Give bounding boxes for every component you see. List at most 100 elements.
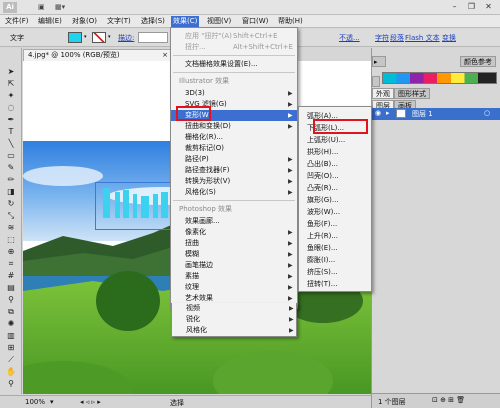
- width-tool-icon[interactable]: ≋: [4, 222, 18, 233]
- artboard-navigation-icon[interactable]: ◂ ◃ ▹ ▸: [80, 398, 101, 406]
- stroke-dropdown-icon[interactable]: ▾: [108, 34, 111, 40]
- effect-texture[interactable]: 纹理 ▶: [171, 282, 297, 293]
- minimize-button[interactable]: –: [448, 1, 461, 13]
- menu-effect[interactable]: 效果(C): [171, 16, 200, 27]
- menu-edit[interactable]: 编辑(E): [36, 16, 64, 27]
- warp-fisheye[interactable]: 鱼眼(E)...: [299, 242, 372, 254]
- effect-stylize-photoshop[interactable]: 风格化 ▶: [172, 325, 298, 336]
- zoom-level[interactable]: 100%: [25, 398, 45, 406]
- layer-row[interactable]: ◉ ▸ 图层 1 ○: [372, 108, 500, 120]
- warp-fish[interactable]: 鱼形(F)...: [299, 218, 372, 230]
- document-close-icon[interactable]: ×: [162, 50, 168, 61]
- warp-bulge[interactable]: 凸出(B)...: [299, 158, 372, 170]
- rectangle-tool-icon[interactable]: ▭: [4, 150, 18, 161]
- effect-brush-strokes[interactable]: 画笔描边 ▶: [171, 260, 297, 271]
- warp-shell-lower[interactable]: 凹壳(O)...: [299, 170, 372, 182]
- effect-crop-marks[interactable]: 裁剪标记(O): [171, 143, 297, 154]
- layer-actions-icon[interactable]: ⊡ ⊕ ⊞ 🗑: [432, 396, 465, 404]
- eraser-tool-icon[interactable]: ◨: [4, 186, 18, 197]
- stroke-weight-field[interactable]: [138, 32, 168, 43]
- effect-sketch[interactable]: 素描 ▶: [171, 271, 297, 282]
- zoom-dropdown-icon[interactable]: ▾: [50, 398, 54, 406]
- zoom-tool-icon[interactable]: ⚲: [4, 378, 18, 389]
- document-tab[interactable]: 4.jpg* @ 100% (RGB/预览) ×: [23, 49, 173, 61]
- warp-twist[interactable]: 扭转(T)...: [299, 278, 372, 290]
- effect-3d[interactable]: 3D(3) ▶: [171, 88, 297, 99]
- warp-flag[interactable]: 旗形(G)...: [299, 194, 372, 206]
- warp-arch[interactable]: 拱形(H)...: [299, 146, 372, 158]
- eye-icon[interactable]: ◉: [375, 109, 381, 117]
- effect-convert-to-shape[interactable]: 转换为形状(V) ▶: [171, 176, 297, 187]
- shape-builder-tool-icon[interactable]: ⊕: [4, 246, 18, 257]
- warp-shell-upper[interactable]: 凸壳(R)...: [299, 182, 372, 194]
- character-link[interactable]: 字符: [375, 33, 389, 43]
- bridge-icon[interactable]: ▣: [38, 3, 45, 11]
- warp-rise[interactable]: 上升(R)...: [299, 230, 372, 242]
- effect-stylize-illustrator[interactable]: 风格化(S) ▶: [171, 187, 297, 198]
- tab-color-guide[interactable]: 颜色参考: [460, 56, 496, 67]
- warp-arc-upper[interactable]: 上弧形(U)...: [299, 134, 372, 146]
- mesh-tool-icon[interactable]: #: [4, 270, 18, 281]
- scale-tool-icon[interactable]: ⤡: [4, 210, 18, 221]
- column-graph-tool-icon[interactable]: ▥: [4, 330, 18, 341]
- symbol-sprayer-tool-icon[interactable]: ✺: [4, 318, 18, 329]
- close-button[interactable]: ✕: [482, 1, 495, 13]
- effect-apply-twist[interactable]: 应用 "扭拧"(A) Shift+Ctrl+E: [171, 31, 297, 42]
- effect-pathfinder[interactable]: 路径查找器(F) ▶: [171, 165, 297, 176]
- effect-gallery[interactable]: 效果画廊...: [171, 216, 297, 227]
- warp-squeeze[interactable]: 挤压(S)...: [299, 266, 372, 278]
- slice-tool-icon[interactable]: ⟋: [4, 354, 18, 365]
- lasso-tool-icon[interactable]: ◌: [4, 102, 18, 113]
- warp-inflate[interactable]: 膨胀(I)...: [299, 254, 372, 266]
- effect-raster-settings[interactable]: 文档栅格效果设置(E)...: [171, 59, 297, 70]
- selection-tool-icon[interactable]: ➤: [4, 66, 18, 77]
- artboard-tool-icon[interactable]: ⊞: [4, 342, 18, 353]
- menu-select[interactable]: 选择(S): [139, 16, 167, 27]
- direct-selection-tool-icon[interactable]: ⇱: [4, 78, 18, 89]
- pencil-tool-icon[interactable]: ✏: [4, 174, 18, 185]
- menu-file[interactable]: 文件(F): [3, 16, 31, 27]
- effect-blur[interactable]: 模糊 ▶: [171, 249, 297, 260]
- rotate-tool-icon[interactable]: ↻: [4, 198, 18, 209]
- arrange-documents-icon[interactable]: ▦▾: [55, 3, 65, 11]
- fill-dropdown-icon[interactable]: ▾: [84, 34, 87, 40]
- target-icon[interactable]: ○: [484, 109, 490, 117]
- perspective-grid-tool-icon[interactable]: ⌗: [4, 258, 18, 269]
- effect-twist[interactable]: 扭拧... Alt+Shift+Ctrl+E: [171, 42, 297, 53]
- free-transform-tool-icon[interactable]: ⬚: [4, 234, 18, 245]
- transform-link[interactable]: 变换: [442, 33, 456, 43]
- pen-tool-icon[interactable]: ✒: [4, 114, 18, 125]
- menu-object[interactable]: 对象(O): [70, 16, 99, 27]
- color-guide-swatches[interactable]: [382, 72, 497, 84]
- panel-grip-icon[interactable]: [372, 76, 380, 87]
- tab-appearance[interactable]: 外观: [372, 88, 394, 99]
- warp-wave[interactable]: 波形(W)...: [299, 206, 372, 218]
- flash-text-link[interactable]: Flash 文本: [405, 33, 440, 43]
- effect-pixelate[interactable]: 像素化 ▶: [171, 227, 297, 238]
- effect-distort[interactable]: 扭曲 ▶: [171, 238, 297, 249]
- opacity-link[interactable]: 不透...: [339, 33, 360, 43]
- fill-color-swatch[interactable]: [68, 32, 82, 43]
- menu-type[interactable]: 文字(T): [105, 16, 133, 27]
- stroke-link[interactable]: 描边:: [118, 33, 134, 43]
- effect-path[interactable]: 路径(P) ▶: [171, 154, 297, 165]
- type-tool-icon[interactable]: T: [4, 126, 18, 137]
- effect-video[interactable]: 视频 ▶: [172, 303, 298, 314]
- line-tool-icon[interactable]: ╲: [4, 138, 18, 149]
- stroke-color-swatch[interactable]: [92, 32, 106, 43]
- paintbrush-tool-icon[interactable]: ✎: [4, 162, 18, 173]
- effect-rasterize[interactable]: 栅格化(R)...: [171, 132, 297, 143]
- layer-name[interactable]: 图层 1: [412, 109, 433, 119]
- eyedropper-tool-icon[interactable]: ⚲: [4, 294, 18, 305]
- hand-tool-icon[interactable]: ✋: [4, 366, 18, 377]
- blend-tool-icon[interactable]: ⧉: [4, 306, 18, 317]
- menu-help[interactable]: 帮助(H): [276, 16, 305, 27]
- magic-wand-icon[interactable]: ✦: [4, 90, 18, 101]
- gradient-tool-icon[interactable]: ▤: [4, 282, 18, 293]
- effect-sharpen[interactable]: 锐化 ▶: [172, 314, 298, 325]
- menu-view[interactable]: 视图(V): [205, 16, 233, 27]
- paragraph-link[interactable]: 段落: [390, 33, 404, 43]
- expand-icon[interactable]: ▸: [386, 109, 390, 117]
- effect-distort-transform[interactable]: 扭曲和变换(D) ▶: [171, 121, 297, 132]
- restore-button[interactable]: ❐: [465, 1, 478, 13]
